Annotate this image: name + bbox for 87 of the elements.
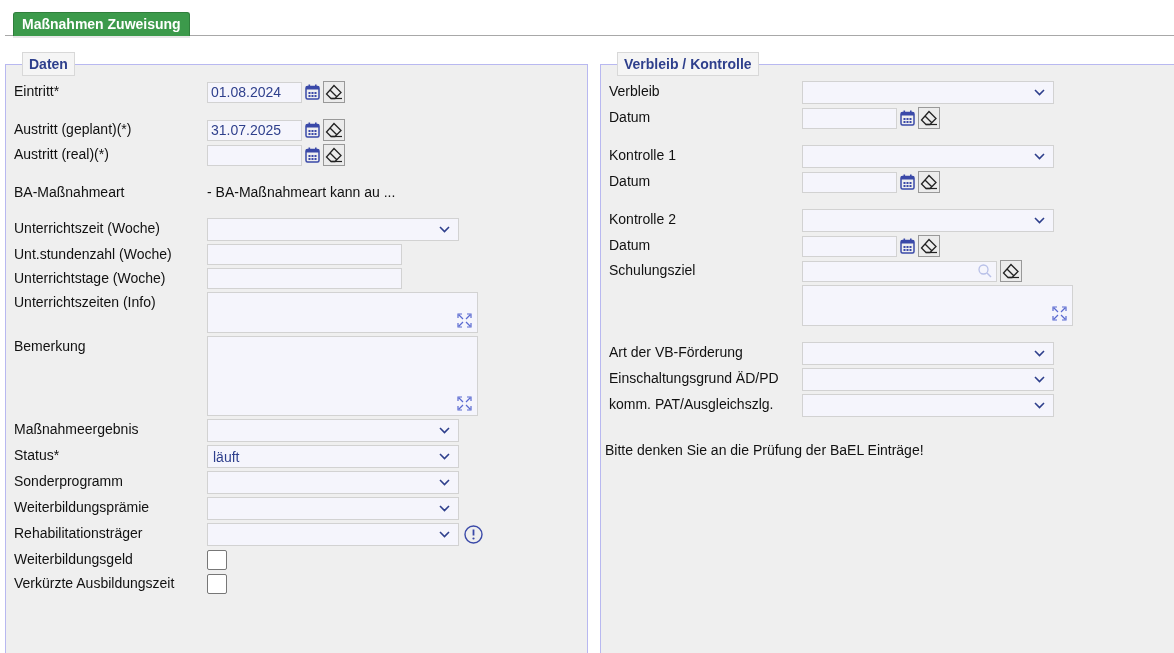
clear-button[interactable] [918,107,940,129]
clear-button[interactable] [918,171,940,193]
field-label: Weiterbildungsgeld [14,550,133,567]
field-label: Bemerkung [14,337,86,354]
field-label: Datum [609,108,651,125]
field-label: Rehabilitationsträger [14,524,143,541]
field-label: komm. PAT/Ausgleichszlg. [609,395,774,412]
notice-text: Bitte denken Sie an die Prüfung der BaEL Einträge! [605,442,925,458]
checkbox[interactable] [207,550,227,570]
eraser-icon [920,174,938,190]
chevron-icon [1034,402,1045,409]
calendar-icon[interactable] [305,84,320,100]
field-label: Einschaltungsgrund ÄD/PD [609,369,779,386]
calendar-icon[interactable] [900,110,915,126]
dropdown[interactable] [802,394,1054,417]
panel-title: Daten [22,52,75,76]
field-label: Unterrichtstage (Woche) [14,269,166,286]
field-label: Eintritt* [14,82,60,99]
eraser-icon [325,84,343,100]
field-label: Art der VB-Förderung [609,343,743,360]
field-label: Unterrichtszeit (Woche) [14,219,160,236]
chevron-icon [439,427,450,434]
field-label: Sonderprogramm [14,472,123,489]
field-label: Unterrichtszeiten (Info) [14,293,156,310]
calendar-icon[interactable] [900,238,915,254]
text-field[interactable] [207,244,402,265]
expand-icon[interactable] [457,313,472,328]
field-label: Datum [609,172,651,189]
date-field[interactable] [207,144,302,166]
chevron-icon [1034,153,1045,160]
date-field[interactable] [802,107,897,129]
chevron-icon [1034,89,1045,96]
chevron-icon [1034,217,1045,224]
expand-icon[interactable] [457,396,472,411]
chevron-icon [439,505,450,512]
dropdown[interactable] [207,419,459,442]
field-label: Status* [14,446,60,463]
chevron-icon [1034,376,1045,383]
chevron-icon [439,226,450,233]
eraser-icon [325,122,343,138]
field-label: Kontrolle 1 [609,146,676,163]
clear-button[interactable] [323,119,345,141]
search-field[interactable] [802,260,997,282]
calendar-icon[interactable] [305,122,320,138]
field-label: Maßnahmeergebnis [14,420,139,437]
chevron-icon [439,479,450,486]
date-field[interactable] [802,171,897,193]
field-label: Unt.stundenzahl (Woche) [14,245,172,262]
date-field[interactable]: 31.07.2025 [207,119,302,141]
dropdown[interactable] [207,218,459,241]
dropdown[interactable] [802,368,1054,391]
dropdown[interactable] [207,471,459,494]
chevron-icon [439,453,450,460]
checkbox[interactable] [207,574,227,594]
field-label: Verkürzte Ausbildungszeit [14,574,175,591]
eraser-icon [920,110,938,126]
tab[interactable]: Maßnahmen Zuweisung [13,12,190,36]
dropdown[interactable]: läuft [207,445,459,468]
field-label: Austritt (real)(*) [14,145,109,162]
field-value: - BA-Maßnahmeart kann au ... [207,183,396,200]
calendar-icon[interactable] [900,174,915,190]
search-icon [978,264,992,278]
eraser-icon [325,147,343,163]
date-field[interactable]: 01.08.2024 [207,81,302,103]
expand-icon[interactable] [1052,306,1067,321]
clear-button[interactable] [918,235,940,257]
field-label: BA-Maßnahmeart [14,183,125,200]
clear-button[interactable] [323,81,345,103]
panel-title: Verbleib / Kontrolle [617,52,759,76]
field-label: Schulungsziel [609,261,696,278]
clear-button[interactable] [1000,260,1022,282]
field-label: Datum [609,236,651,253]
dropdown[interactable] [207,497,459,520]
info-icon[interactable] [464,525,483,544]
dropdown[interactable] [802,342,1054,365]
chevron-icon [439,531,450,538]
eraser-icon [1002,263,1020,279]
date-field[interactable] [802,235,897,257]
field-label: Kontrolle 2 [609,210,676,227]
eraser-icon [920,238,938,254]
calendar-icon[interactable] [305,147,320,163]
field-label: Verbleib [609,82,660,99]
field-label: Weiterbildungsprämie [14,498,150,515]
clear-button[interactable] [323,144,345,166]
chevron-icon [1034,350,1045,357]
field-label: Austritt (geplant)(*) [14,120,132,137]
text-field[interactable] [207,268,402,289]
